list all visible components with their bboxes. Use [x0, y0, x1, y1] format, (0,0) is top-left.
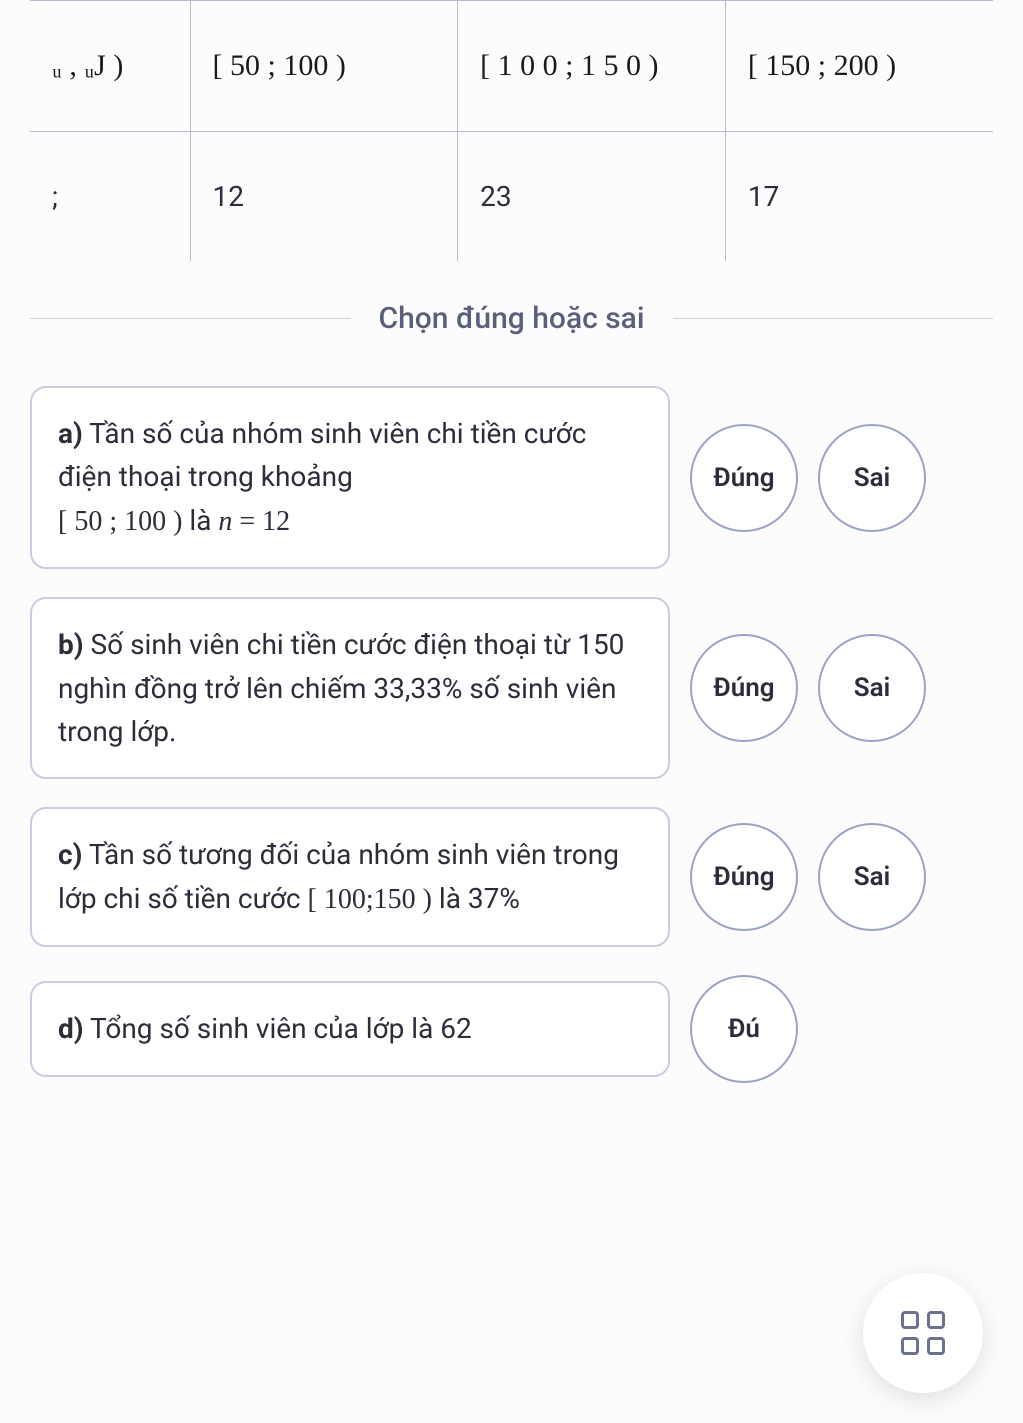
freq-cell-1: 12 — [190, 132, 458, 262]
question-text: Tổng số sinh viên của lớp là 62 — [84, 1012, 472, 1045]
question-box-a: a) Tần số của nhóm sinh viên chi tiền cư… — [30, 386, 670, 569]
answer-group: Đú — [690, 975, 798, 1083]
interval-cell-partial: ᵤ , ᵤJ ) — [30, 1, 190, 132]
divider-label: Chọn đúng hoặc sai — [351, 301, 673, 336]
answer-group: Đúng Sai — [690, 424, 926, 532]
divider-line — [673, 318, 994, 319]
interval-cell-3: [ 150 ; 200 ) — [725, 1, 993, 132]
answer-group: Đúng Sai — [690, 823, 926, 931]
answer-group: Đúng Sai — [690, 634, 926, 742]
question-text: Tần số của nhóm sinh viên chi tiền cước … — [58, 417, 586, 493]
divider-line — [30, 318, 351, 319]
frequency-table: ᵤ , ᵤJ ) [ 50 ; 100 ) [ 1 0 0 ; 1 5 0 ) … — [30, 0, 993, 261]
interval-cell-1: [ 50 ; 100 ) — [190, 1, 458, 132]
question-math-var: n — [218, 506, 232, 537]
freq-cell-partial: ; — [30, 132, 190, 262]
question-math: = 12 — [232, 506, 290, 537]
false-button[interactable]: Sai — [818, 424, 926, 532]
true-button[interactable]: Đúng — [690, 634, 798, 742]
false-button[interactable]: Sai — [818, 634, 926, 742]
question-text: là — [182, 504, 218, 537]
page-container: ᵤ , ᵤJ ) [ 50 ; 100 ) [ 1 0 0 ; 1 5 0 ) … — [0, 0, 1023, 1083]
question-row-c: c) Tần số tương đối của nhóm sinh viên t… — [30, 807, 993, 947]
question-text: Số sinh viên chi tiền cước điện thoại từ… — [58, 628, 624, 748]
question-tag: a) — [58, 417, 83, 450]
question-math: [ 50 ; 100 ) — [58, 506, 182, 537]
question-tag: d) — [58, 1012, 84, 1045]
question-text: là 37% — [432, 882, 520, 915]
question-row-b: b) Số sinh viên chi tiền cước điện thoại… — [30, 597, 993, 779]
freq-cell-3: 17 — [725, 132, 993, 262]
question-tag: b) — [58, 628, 84, 661]
interval-cell-2: [ 1 0 0 ; 1 5 0 ) — [458, 1, 726, 132]
false-button[interactable]: Sai — [818, 823, 926, 931]
question-box-d: d) Tổng số sinh viên của lớp là 62 — [30, 981, 670, 1076]
question-math: [ 100;150 ) — [308, 884, 432, 915]
true-button-cut[interactable]: Đú — [690, 975, 798, 1083]
question-row-a: a) Tần số của nhóm sinh viên chi tiền cư… — [30, 386, 993, 569]
table-row: ; 12 23 17 — [30, 132, 993, 262]
floating-menu-button[interactable] — [863, 1273, 983, 1393]
table-row: ᵤ , ᵤJ ) [ 50 ; 100 ) [ 1 0 0 ; 1 5 0 ) … — [30, 1, 993, 132]
true-button[interactable]: Đúng — [690, 823, 798, 931]
question-box-c: c) Tần số tương đối của nhóm sinh viên t… — [30, 807, 670, 947]
question-tag: c) — [58, 838, 82, 871]
freq-cell-2: 23 — [458, 132, 726, 262]
question-box-b: b) Số sinh viên chi tiền cước điện thoại… — [30, 597, 670, 779]
grid-icon — [901, 1311, 945, 1355]
true-button[interactable]: Đúng — [690, 424, 798, 532]
question-row-d: d) Tổng số sinh viên của lớp là 62 Đú — [30, 975, 993, 1083]
section-divider: Chọn đúng hoặc sai — [30, 301, 993, 336]
